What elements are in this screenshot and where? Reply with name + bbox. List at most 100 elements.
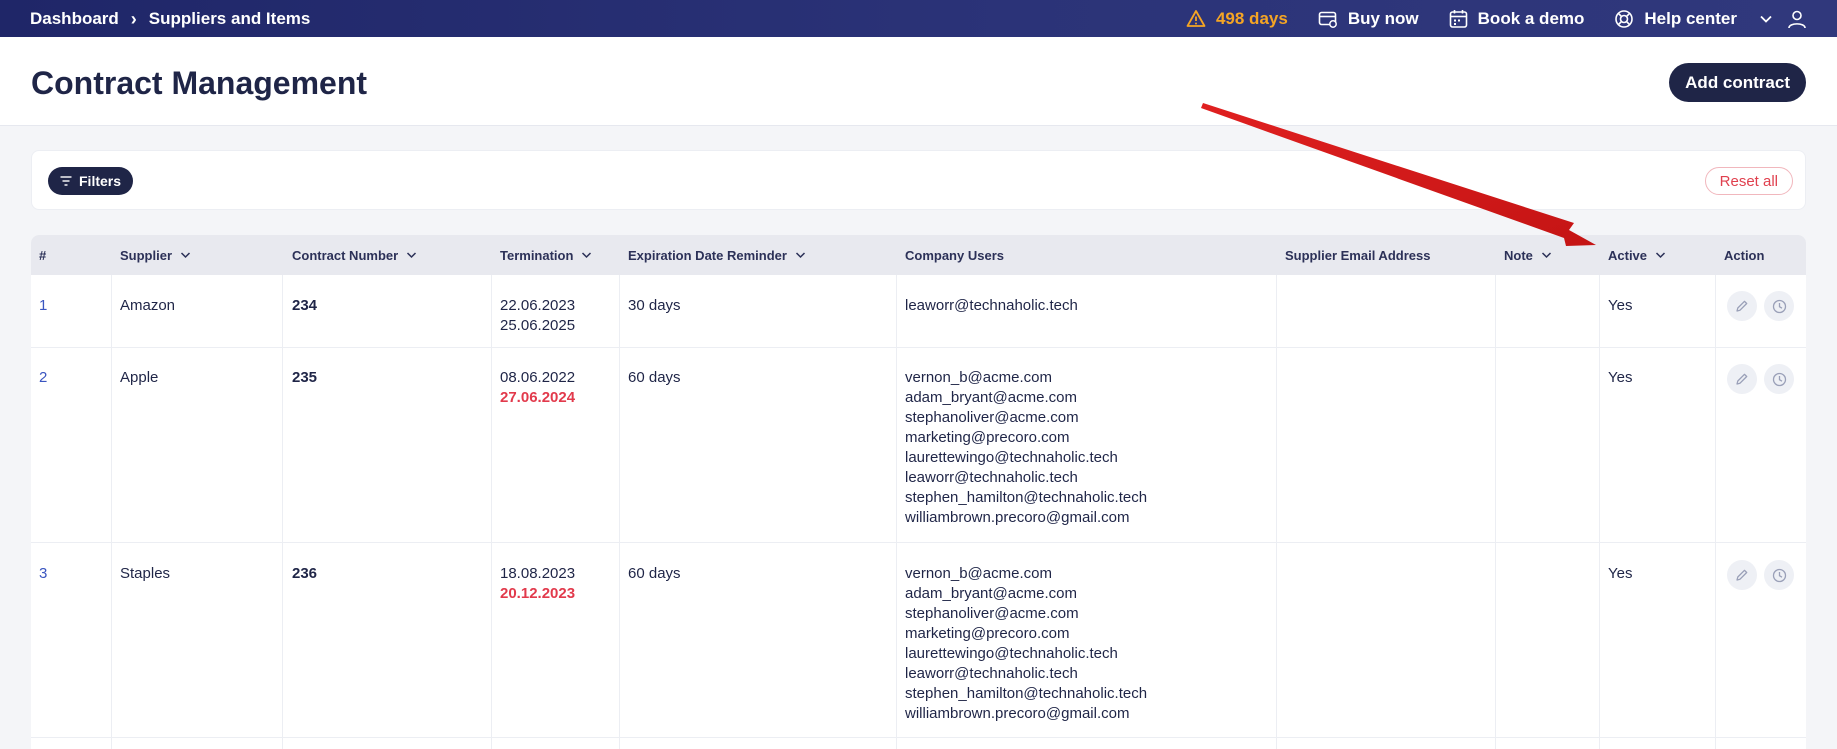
chevron-down-icon: [180, 252, 191, 259]
column-header-label: Expiration Date Reminder: [628, 247, 787, 263]
table-row[interactable]: 1 Amazon 234 22.06.2023 25.06.2025 30 da…: [31, 275, 1806, 348]
company-user-email: leaworr@technaholic.tech: [905, 469, 1078, 486]
termination-start: 18.08.2023: [500, 565, 576, 582]
chevron-down-icon: [1656, 252, 1666, 259]
edit-button[interactable]: [1727, 291, 1757, 321]
column-header-label: #: [39, 247, 47, 263]
table-row[interactable]: 3 Staples 236 18.08.2023 20.12.2023 60 d…: [31, 543, 1806, 738]
contract-number: 236: [292, 565, 318, 582]
column-header-active[interactable]: Active: [1608, 235, 1666, 275]
expiration-reminder: 60 days: [628, 369, 681, 386]
buy-now-button[interactable]: Buy now: [1318, 9, 1419, 29]
wallet-icon: [1318, 11, 1337, 28]
company-user-email: laurettewingo@technaholic.tech: [905, 449, 1118, 466]
clock-icon: [1772, 568, 1786, 582]
column-header-number: #: [39, 235, 46, 275]
termination-start: 22.06.2023: [500, 297, 576, 314]
company-user-email: stephen_hamilton@technaholic.tech: [905, 685, 1148, 702]
termination-dates: 18.08.2023 20.12.2023: [500, 564, 575, 604]
breadcrumb-dashboard[interactable]: Dashboard: [30, 9, 119, 29]
edit-button[interactable]: [1727, 364, 1757, 394]
pencil-icon: [1736, 300, 1748, 312]
expiration-reminder: 30 days: [628, 297, 681, 314]
company-user-email: marketing@precoro.com: [905, 625, 1070, 642]
termination-dates: 22.06.2023 25.06.2025: [500, 296, 575, 336]
filters-bar: Filters Reset all: [31, 150, 1806, 210]
company-user-email: williambrown.precoro@gmail.com: [905, 509, 1130, 526]
company-user-email: laurettewingo@technaholic.tech: [905, 645, 1118, 662]
history-button[interactable]: [1764, 291, 1794, 321]
active-status: Yes: [1608, 297, 1633, 314]
supplier-name: Amazon: [120, 297, 176, 314]
top-navigation-bar: Dashboard › Suppliers and Items 498 days…: [0, 0, 1837, 37]
termination-dates: 08.06.2022 27.06.2024: [500, 368, 575, 408]
filters-label: Filters: [79, 173, 122, 189]
column-header-supplier[interactable]: Supplier: [120, 235, 191, 275]
termination-end: 27.06.2024: [500, 389, 576, 406]
termination-end: 25.06.2025: [500, 317, 576, 334]
trial-days-indicator[interactable]: 498 days: [1186, 9, 1288, 29]
trial-days-label: 498 days: [1215, 8, 1288, 28]
reset-all-button[interactable]: Reset all: [1704, 167, 1793, 195]
company-user-email: vernon_b@acme.com: [905, 369, 1052, 386]
chevron-down-icon: [795, 252, 805, 259]
supplier-name: Apple: [120, 369, 159, 386]
column-header-label: Action: [1724, 247, 1765, 263]
help-center-button[interactable]: Help center: [1614, 9, 1737, 29]
breadcrumb-suppliers-and-items[interactable]: Suppliers and Items: [149, 9, 311, 29]
chevron-down-icon[interactable]: [1759, 14, 1773, 24]
filters-button[interactable]: Filters: [48, 167, 134, 195]
column-header-action: Action: [1724, 235, 1764, 275]
page-title: Contract Management: [31, 65, 368, 101]
column-header-company-users: Company Users: [905, 235, 1004, 275]
add-contract-button[interactable]: Add contract: [1669, 63, 1806, 102]
help-center-label: Help center: [1644, 8, 1737, 28]
company-user-email: adam_bryant@acme.com: [905, 585, 1077, 602]
company-users-list: vernon_b@acme.com adam_bryant@acme.com s…: [905, 564, 1147, 724]
chevron-down-icon: [582, 252, 592, 259]
chevron-down-icon: [1541, 252, 1551, 259]
company-user-email: williambrown.precoro@gmail.com: [905, 705, 1130, 722]
history-button[interactable]: [1764, 560, 1794, 590]
company-user-email: leaworr@technaholic.tech: [905, 297, 1078, 314]
column-header-label: Active: [1608, 247, 1648, 263]
user-icon[interactable]: [1787, 9, 1807, 29]
row-number[interactable]: 3: [39, 564, 47, 584]
company-user-email: adam_bryant@acme.com: [905, 389, 1077, 406]
active-status: Yes: [1608, 369, 1633, 386]
column-header-contract-number[interactable]: Contract Number: [292, 235, 417, 275]
pencil-icon: [1736, 373, 1748, 385]
termination-end: 20.12.2023: [500, 585, 576, 602]
row-number[interactable]: 2: [39, 368, 47, 388]
column-header-label: Supplier Email Address: [1285, 247, 1431, 263]
column-header-label: Termination: [500, 247, 574, 263]
supplier-name: Staples: [120, 565, 171, 582]
calendar-icon: [1449, 9, 1467, 28]
edit-button[interactable]: [1727, 560, 1757, 590]
column-header-expiration-date-reminder[interactable]: Expiration Date Reminder: [628, 235, 806, 275]
book-demo-label: Book a demo: [1477, 8, 1585, 28]
table-row[interactable]: 2 Apple 235 08.06.2022 27.06.2024 60 day…: [31, 348, 1806, 543]
chevron-down-icon: [407, 252, 417, 259]
book-demo-button[interactable]: Book a demo: [1449, 8, 1585, 29]
company-user-email: stephen_hamilton@technaholic.tech: [905, 489, 1148, 506]
column-header-termination[interactable]: Termination: [500, 235, 592, 275]
history-button[interactable]: [1764, 364, 1794, 394]
pencil-icon: [1736, 569, 1748, 581]
company-user-email: stephanoliver@acme.com: [905, 605, 1079, 622]
column-header-supplier-email: Supplier Email Address: [1285, 235, 1430, 275]
company-user-email: leaworr@technaholic.tech: [905, 665, 1078, 682]
company-users-list: leaworr@technaholic.tech: [905, 296, 1078, 316]
termination-start: 08.06.2022: [500, 369, 576, 386]
company-user-email: marketing@precoro.com: [905, 429, 1070, 446]
clock-icon: [1772, 299, 1786, 313]
row-number[interactable]: 1: [39, 296, 47, 316]
active-status: Yes: [1608, 565, 1633, 582]
column-header-note[interactable]: Note: [1504, 235, 1552, 275]
column-header-label: Supplier: [120, 247, 173, 263]
chevron-right-icon: ›: [130, 8, 137, 29]
lifebuoy-icon: [1615, 9, 1634, 28]
page-header: Contract Management Add contract: [0, 37, 1837, 126]
contract-number: 234: [292, 297, 318, 314]
company-users-list: vernon_b@acme.com adam_bryant@acme.com s…: [905, 368, 1147, 528]
